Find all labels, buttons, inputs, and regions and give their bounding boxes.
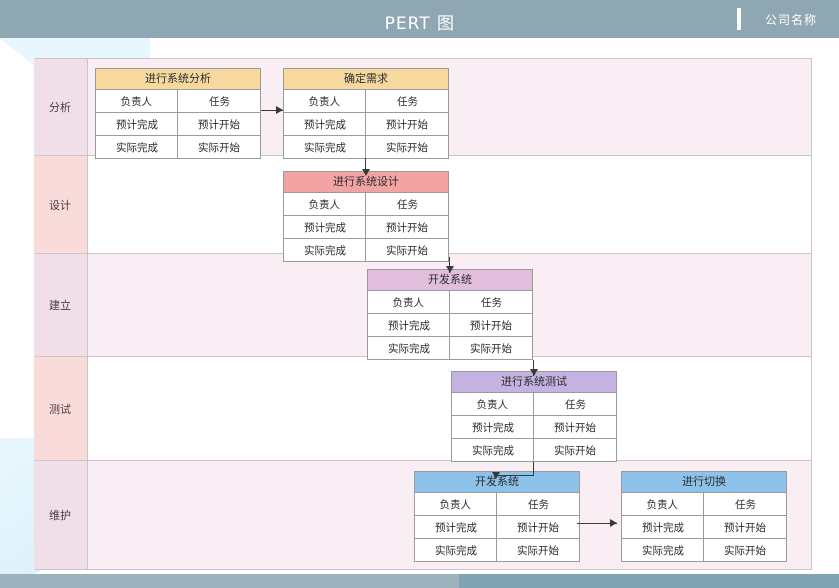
task-card-switchover[interactable]: 进行切换 任务 负责人 预计开始 预计完成 实际开始 实际完成 xyxy=(621,471,787,562)
task-card-cell-actual-end: 实际完成 xyxy=(303,141,346,154)
task-card-cell-planned-end: 预计完成 xyxy=(471,421,514,434)
task-card-cell-task: 任务 xyxy=(703,493,786,515)
task-card-cell-planned-start: 预计开始 xyxy=(365,113,448,135)
task-card-cell-task: 任务 xyxy=(449,291,532,313)
task-card-row-planned: 预计开始 预计完成 xyxy=(284,216,448,239)
task-card-row-owner: 任务 负责人 xyxy=(368,291,532,314)
task-card-row-planned: 预计开始 预计完成 xyxy=(415,516,579,539)
arrowhead-analysis-to-requirements xyxy=(276,106,283,114)
task-card-cell-planned-start: 预计开始 xyxy=(365,216,448,238)
task-card-cell-planned-end: 预计完成 xyxy=(303,221,346,234)
task-card-row-owner: 任务 负责人 xyxy=(452,393,616,416)
task-card-cell-task: 任务 xyxy=(177,90,260,112)
arrowhead-test-to-maint xyxy=(492,472,500,479)
task-card-row-owner: 任务 负责人 xyxy=(96,90,260,113)
task-card-row-owner: 任务 负责人 xyxy=(284,90,448,113)
task-card-cell-owner: 负责人 xyxy=(440,498,472,511)
task-card-row-planned: 预计开始 预计完成 xyxy=(622,516,786,539)
task-card-row-owner: 任务 负责人 xyxy=(415,493,579,516)
task-card-cell-task: 任务 xyxy=(533,393,616,415)
task-card-row-actual: 实际开始 实际完成 xyxy=(622,539,786,561)
task-card-cell-planned-start: 预计开始 xyxy=(703,516,786,538)
task-card-cell-planned-end: 预计完成 xyxy=(115,118,158,131)
task-card-develop-system-build[interactable]: 开发系统 任务 负责人 预计开始 预计完成 实际开始 实际完成 xyxy=(367,269,533,360)
task-card-row-actual: 实际开始 实际完成 xyxy=(415,539,579,561)
task-card-cell-actual-end: 实际完成 xyxy=(434,544,477,557)
task-card-cell-owner: 负责人 xyxy=(647,498,679,511)
task-card-cell-planned-start: 预计开始 xyxy=(496,516,579,538)
task-card-cell-owner: 负责人 xyxy=(309,95,341,108)
task-card-cell-task: 任务 xyxy=(365,90,448,112)
task-card-cell-planned-end: 预计完成 xyxy=(303,118,346,131)
arrowhead-requirements-to-design xyxy=(362,169,370,176)
task-card-cell-planned-end: 预计完成 xyxy=(387,319,430,332)
task-card-row-actual: 实际开始 实际完成 xyxy=(284,136,448,158)
task-card-system-design[interactable]: 进行系统设计 任务 负责人 预计开始 预计完成 实际开始 实际完成 xyxy=(283,171,449,262)
task-card-system-analysis[interactable]: 进行系统分析 任务 负责人 预计开始 预计完成 实际开始 实际完成 xyxy=(95,68,261,159)
task-card-title: 进行切换 xyxy=(622,472,786,493)
swimlane-label-analysis: 分析 xyxy=(34,59,88,155)
task-card-title: 确定需求 xyxy=(284,69,448,90)
task-card-row-actual: 实际开始 实际完成 xyxy=(452,439,616,461)
task-card-row-planned: 预计开始 预计完成 xyxy=(452,416,616,439)
pert-chart-page: 公司名称 PERT 图 分析 设计 建立 测试 维护 system-confir… xyxy=(0,0,839,588)
task-card-cell-actual-start: 实际开始 xyxy=(703,539,786,561)
task-card-title: 开发系统 xyxy=(368,270,532,291)
task-card-cell-owner: 负责人 xyxy=(309,198,341,211)
task-card-cell-actual-start: 实际开始 xyxy=(533,439,616,461)
task-card-cell-planned-start: 预计开始 xyxy=(177,113,260,135)
task-card-cell-owner: 负责人 xyxy=(477,398,509,411)
swimlane-test: 测试 xyxy=(34,357,811,461)
task-card-cell-actual-end: 实际完成 xyxy=(387,342,430,355)
task-card-row-planned: 预计开始 预计完成 xyxy=(368,314,532,337)
arrowhead-develop-to-test xyxy=(530,369,538,376)
task-card-cell-planned-start: 预计开始 xyxy=(449,314,532,336)
app-header-bar: 公司名称 PERT 图 xyxy=(0,0,839,38)
footer-strip xyxy=(0,574,839,588)
task-card-cell-planned-end: 预计完成 xyxy=(641,521,684,534)
task-card-cell-planned-end: 预计完成 xyxy=(434,521,477,534)
footer-strip-accent xyxy=(459,574,839,588)
connector-test-to-maint-v xyxy=(533,462,534,475)
arrowhead-design-to-develop xyxy=(446,266,454,273)
task-card-row-owner: 任务 负责人 xyxy=(284,193,448,216)
task-card-cell-actual-end: 实际完成 xyxy=(641,544,684,557)
task-card-cell-task: 任务 xyxy=(496,493,579,515)
task-card-cell-actual-start: 实际开始 xyxy=(365,136,448,158)
task-card-cell-owner: 负责人 xyxy=(121,95,153,108)
arrowhead-maint-to-switchover xyxy=(610,519,617,527)
task-card-cell-owner: 负责人 xyxy=(393,296,425,309)
task-card-cell-actual-start: 实际开始 xyxy=(449,337,532,359)
task-card-cell-actual-start: 实际开始 xyxy=(365,239,448,261)
swimlane-label-test: 测试 xyxy=(34,357,88,460)
connector-test-to-maint-h xyxy=(496,475,534,476)
task-card-cell-actual-end: 实际完成 xyxy=(115,141,158,154)
task-card-cell-actual-end: 实际完成 xyxy=(303,244,346,257)
task-card-confirm-requirements[interactable]: 确定需求 任务 负责人 预计开始 预计完成 实际开始 实际完成 xyxy=(283,68,449,159)
task-card-row-planned: 预计开始 预计完成 xyxy=(96,113,260,136)
swimlane-label-maintain: 维护 xyxy=(34,461,88,569)
task-card-cell-planned-start: 预计开始 xyxy=(533,416,616,438)
task-card-row-planned: 预计开始 预计完成 xyxy=(284,113,448,136)
task-card-develop-system-maint[interactable]: 开发系统 任务 负责人 预计开始 预计完成 实际开始 实际完成 xyxy=(414,471,580,562)
task-card-cell-actual-start: 实际开始 xyxy=(177,136,260,158)
task-card-cell-actual-start: 实际开始 xyxy=(496,539,579,561)
task-card-cell-actual-end: 实际完成 xyxy=(471,444,514,457)
task-card-row-owner: 任务 负责人 xyxy=(622,493,786,516)
task-card-cell-task: 任务 xyxy=(365,193,448,215)
task-card-title: 进行系统分析 xyxy=(96,69,260,90)
task-card-row-actual: 实际开始 实际完成 xyxy=(284,239,448,261)
swimlane-label-build: 建立 xyxy=(34,254,88,356)
task-card-row-actual: 实际开始 实际完成 xyxy=(368,337,532,359)
task-card-row-actual: 实际开始 实际完成 xyxy=(96,136,260,158)
swimlane-label-design: 设计 xyxy=(34,156,88,253)
task-card-system-test[interactable]: 进行系统测试 任务 负责人 预计开始 预计完成 实际开始 实际完成 xyxy=(451,371,617,462)
page-title: PERT 图 xyxy=(384,14,455,34)
